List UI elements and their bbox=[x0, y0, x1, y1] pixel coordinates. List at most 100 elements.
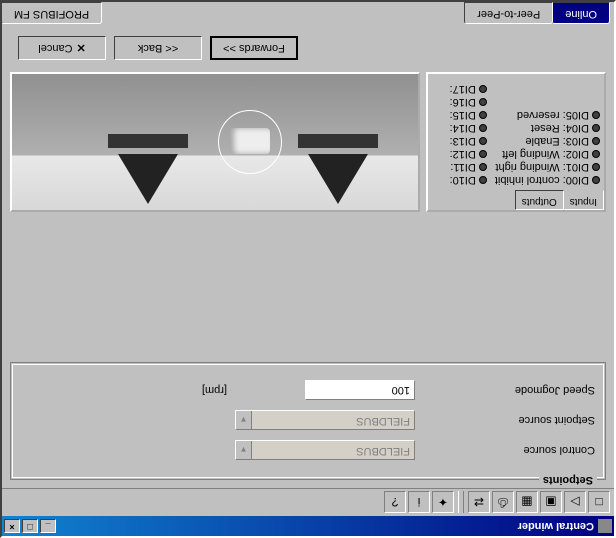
tab-profibus[interactable]: PROFIBUS FM bbox=[1, 2, 102, 24]
titlebar: Central winder _ □ × bbox=[2, 516, 614, 536]
maximize-button[interactable]: □ bbox=[22, 519, 38, 533]
di-label: DI04: Reset bbox=[531, 122, 589, 134]
control-source-label: Control source bbox=[415, 444, 595, 456]
di-item: DI11: bbox=[450, 161, 487, 173]
di-label: DI15: bbox=[450, 109, 476, 121]
cancel-x-icon: ✕ bbox=[77, 42, 86, 55]
di-label: DI00: control inhibit bbox=[495, 174, 589, 186]
di-label: DI01: Winding right bbox=[495, 161, 589, 173]
di-label: DI17: bbox=[450, 83, 476, 95]
speed-jog-row: Speed Jogmode [rpm] bbox=[21, 377, 595, 403]
di-item: DI15: bbox=[450, 109, 487, 121]
tab-outputs[interactable]: Outputs bbox=[515, 190, 564, 210]
back-label: << Back bbox=[138, 42, 178, 54]
di-item: DI16: bbox=[450, 96, 487, 108]
setpoint-source-label: Setpoint source bbox=[415, 414, 595, 426]
di-label: DI03: Enable bbox=[525, 135, 589, 147]
window-title: Central winder bbox=[518, 520, 594, 532]
saveall-icon[interactable]: ▦ bbox=[516, 492, 538, 514]
led-icon bbox=[592, 176, 600, 184]
di-label: DI10: bbox=[450, 174, 476, 186]
di-item: DI00: control inhibit bbox=[495, 174, 600, 186]
di-label: DI13: bbox=[450, 135, 476, 147]
toolbar-separator bbox=[458, 492, 464, 514]
led-icon bbox=[479, 98, 487, 106]
minimize-button[interactable]: _ bbox=[40, 519, 56, 533]
app-icon bbox=[598, 519, 612, 533]
di-item: DI17: bbox=[450, 83, 487, 95]
highlight-circle bbox=[218, 110, 282, 174]
di-item: DI02: Winding left bbox=[495, 148, 600, 160]
cancel-label: Cancel bbox=[38, 42, 72, 54]
led-icon bbox=[479, 85, 487, 93]
control-source-select[interactable]: FIELDBUS ▼ bbox=[235, 440, 415, 460]
new-icon[interactable]: □ bbox=[588, 492, 610, 514]
setpoint-source-row: Setpoint source FIELDBUS ▼ bbox=[21, 407, 595, 433]
setpoints-group: Setpoints Control source FIELDBUS ▼ Setp… bbox=[10, 362, 606, 480]
setpoint-source-select[interactable]: FIELDBUS ▼ bbox=[235, 410, 415, 430]
di-list: DI00: control inhibitDI01: Winding right… bbox=[428, 74, 604, 190]
mid-spacer bbox=[10, 220, 606, 354]
lower-panel: Inputs Outputs DI00: control inhibitDI01… bbox=[10, 72, 606, 212]
control-source-row: Control source FIELDBUS ▼ bbox=[21, 437, 595, 463]
winder-right-graphic bbox=[108, 134, 188, 204]
wizard-icon[interactable]: ✦ bbox=[432, 492, 454, 514]
tab-online[interactable]: Online bbox=[552, 2, 610, 24]
nav-button-row: Forwards >> << Back ✕ Cancel bbox=[10, 32, 606, 64]
led-icon bbox=[592, 150, 600, 158]
setpoint-source-value: FIELDBUS bbox=[252, 411, 414, 429]
di-item: DI13: bbox=[450, 135, 487, 147]
content-area: Setpoints Control source FIELDBUS ▼ Setp… bbox=[2, 24, 614, 488]
speed-jog-label: Speed Jogmode bbox=[415, 384, 595, 396]
di-item: DI03: Enable bbox=[495, 135, 600, 147]
di-item: DI10: bbox=[450, 174, 487, 186]
open-icon[interactable]: ▷ bbox=[564, 492, 586, 514]
speed-jog-input[interactable] bbox=[305, 380, 415, 400]
di-item: DI14: bbox=[450, 122, 487, 134]
preview-image bbox=[10, 72, 420, 212]
di-label: DI02: Winding left bbox=[502, 148, 589, 160]
led-icon bbox=[479, 137, 487, 145]
forwards-label: Forwards >> bbox=[223, 42, 285, 54]
tab-peer-to-peer[interactable]: Peer-to-Peer bbox=[464, 2, 553, 24]
close-button[interactable]: × bbox=[4, 519, 20, 533]
back-button[interactable]: << Back bbox=[114, 36, 202, 60]
bottom-tabs: Online Peer-to-Peer PROFIBUS FM bbox=[2, 2, 614, 24]
transfer-icon[interactable]: ⇄ bbox=[468, 492, 490, 514]
di-item: DI01: Winding right bbox=[495, 161, 600, 173]
chevron-down-icon[interactable]: ▼ bbox=[236, 411, 252, 429]
led-icon bbox=[479, 124, 487, 132]
led-icon bbox=[479, 163, 487, 171]
led-icon bbox=[479, 176, 487, 184]
io-panel: Inputs Outputs DI00: control inhibitDI01… bbox=[426, 72, 606, 212]
di-label: DI11: bbox=[450, 161, 475, 173]
chevron-down-icon[interactable]: ▼ bbox=[236, 441, 252, 459]
di-item: DI04: Reset bbox=[495, 122, 600, 134]
di-label: DI05: reserved bbox=[517, 109, 589, 121]
help-icon[interactable]: ? bbox=[384, 492, 406, 514]
led-icon bbox=[479, 111, 487, 119]
di-label: DI12: bbox=[450, 148, 476, 160]
led-icon bbox=[592, 137, 600, 145]
io-subtabs: Inputs Outputs bbox=[428, 190, 604, 210]
winder-left-graphic bbox=[298, 134, 378, 204]
di-label: DI16: bbox=[450, 96, 476, 108]
setpoints-title: Setpoints bbox=[539, 474, 597, 486]
forwards-button[interactable]: Forwards >> bbox=[210, 36, 298, 60]
led-icon bbox=[592, 163, 600, 171]
di-item: DI12: bbox=[450, 148, 487, 160]
control-source-value: FIELDBUS bbox=[252, 441, 414, 459]
info-icon[interactable]: i bbox=[408, 492, 430, 514]
speed-jog-unit: [rpm] bbox=[202, 384, 227, 396]
led-icon bbox=[592, 111, 600, 119]
di-label: DI14: bbox=[450, 122, 476, 134]
tab-inputs[interactable]: Inputs bbox=[563, 190, 604, 210]
print-icon[interactable]: ⎙ bbox=[492, 492, 514, 514]
toolbar: □ ▷ ▣ ▦ ⎙ ⇄ ✦ i ? bbox=[2, 488, 614, 516]
app-window: Central winder _ □ × □ ▷ ▣ ▦ ⎙ ⇄ ✦ i ? S… bbox=[0, 0, 616, 538]
cancel-button[interactable]: ✕ Cancel bbox=[18, 36, 106, 60]
led-icon bbox=[592, 124, 600, 132]
save-icon[interactable]: ▣ bbox=[540, 492, 562, 514]
di-item: DI05: reserved bbox=[495, 109, 600, 121]
led-icon bbox=[479, 150, 487, 158]
